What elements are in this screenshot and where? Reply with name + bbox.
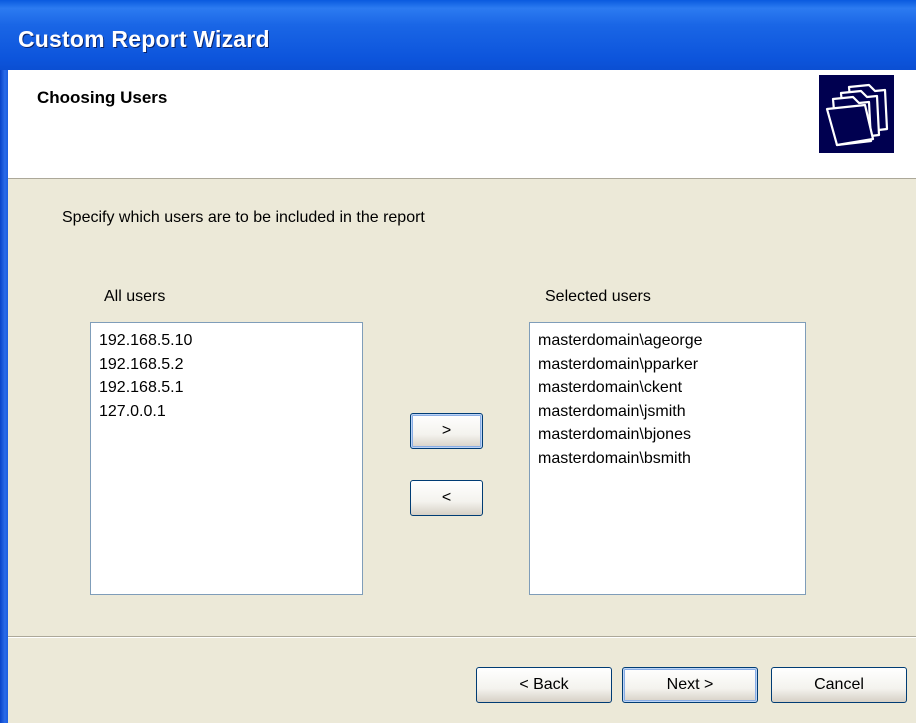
add-user-button[interactable]: > [410, 413, 483, 449]
page-title: Choosing Users [37, 88, 168, 107]
selected-users-list[interactable]: masterdomain\ageorge masterdomain\pparke… [529, 322, 806, 595]
folders-icon [819, 75, 894, 153]
window-left-border [0, 70, 8, 723]
selected-users-item[interactable]: masterdomain\bjones [538, 423, 797, 447]
selected-users-item[interactable]: masterdomain\bsmith [538, 447, 797, 471]
next-button[interactable]: Next > [622, 667, 758, 703]
back-button[interactable]: < Back [476, 667, 612, 703]
selected-users-item[interactable]: masterdomain\pparker [538, 353, 797, 377]
selected-users-item[interactable]: masterdomain\jsmith [538, 400, 797, 424]
cancel-button[interactable]: Cancel [771, 667, 907, 703]
remove-user-button[interactable]: < [410, 480, 483, 516]
all-users-item[interactable]: 192.168.5.1 [99, 376, 354, 400]
selected-users-item[interactable]: masterdomain\ageorge [538, 329, 797, 353]
all-users-label: All users [104, 288, 166, 305]
selected-users-label: Selected users [545, 288, 651, 305]
all-users-item[interactable]: 192.168.5.2 [99, 353, 354, 377]
all-users-list[interactable]: 192.168.5.10 192.168.5.2 192.168.5.1 127… [90, 322, 363, 595]
window-title: Custom Report Wizard [18, 26, 270, 52]
all-users-item[interactable]: 127.0.0.1 [99, 400, 354, 424]
selected-users-item[interactable]: masterdomain\ckent [538, 376, 797, 400]
instruction-text: Specify which users are to be included i… [62, 209, 425, 226]
footer-divider [8, 636, 916, 638]
wizard-header: Choosing Users [8, 70, 916, 179]
all-users-item[interactable]: 192.168.5.10 [99, 329, 354, 353]
